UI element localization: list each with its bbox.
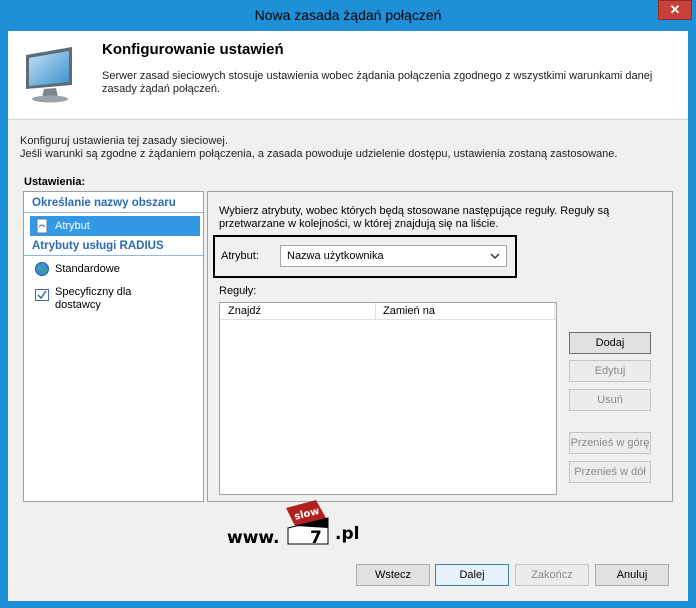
finish-button[interactable]: Zakończ <box>515 564 589 586</box>
divider <box>24 255 203 256</box>
settings-sidebar: Określanie nazwy obszaru Atrybut Atrybut… <box>23 191 204 502</box>
next-button[interactable]: Dalej <box>435 564 509 586</box>
rules-list[interactable]: Znajdź Zamień na <box>219 302 557 495</box>
sidebar-item-label: Standardowe <box>55 263 120 275</box>
sidebar-group-radius: Atrybuty usługi RADIUS <box>32 240 164 252</box>
watermark-prefix: www. <box>227 528 280 548</box>
column-header-find[interactable]: Znajdź <box>228 305 261 317</box>
attribute-description: Wybierz atrybuty, wobec których będą sto… <box>219 205 610 230</box>
edit-button[interactable]: Edytuj <box>569 360 651 382</box>
title-bar[interactable]: Nowa zasada żądań połączeń ✕ <box>0 0 696 31</box>
sidebar-item-label: Specyficzny dla <box>55 286 132 298</box>
attribute-selector-group: Atrybut: Nazwa użytkownika <box>213 235 517 278</box>
remove-button[interactable]: Usuń <box>569 389 651 411</box>
cancel-button[interactable]: Anuluj <box>595 564 669 586</box>
sidebar-item-label: Atrybut <box>55 220 90 232</box>
back-button[interactable]: Wstecz <box>356 564 430 586</box>
intro-line-2: Jeśli warunki są zgodne z żądaniem połąc… <box>20 148 618 160</box>
intro-line-1: Konfiguruj ustawienia tej zasady sieciow… <box>20 135 228 147</box>
rules-label: Reguły: <box>219 285 257 297</box>
globe-icon <box>35 262 49 276</box>
site-watermark: www. slow 7 .pl <box>227 498 367 550</box>
wizard-header: Konfigurowanie ustawień Serwer zasad sie… <box>8 31 688 120</box>
slow7-logo-icon: slow <box>286 500 329 545</box>
sidebar-group-realm: Określanie nazwy obszaru <box>32 197 176 209</box>
column-header-replace[interactable]: Zamień na <box>383 305 435 317</box>
sidebar-item-vendor-specific[interactable]: Specyficzny dla dostawcy <box>30 284 200 312</box>
page-title: Konfigurowanie ustawień <box>102 41 284 58</box>
divider <box>24 212 203 213</box>
rules-list-header: Znajdź Zamień na <box>220 303 556 320</box>
monitor-icon <box>26 47 72 103</box>
attribute-dropdown[interactable]: Nazwa użytkownika <box>280 245 507 267</box>
page-description: Serwer zasad sieciowych stosuje ustawien… <box>102 70 653 95</box>
settings-label: Ustawienia: <box>24 176 86 188</box>
sidebar-item-label: dostawcy <box>55 299 101 311</box>
checklist-icon <box>35 289 49 301</box>
close-button[interactable]: ✕ <box>658 0 692 20</box>
column-separator <box>375 303 376 320</box>
sidebar-item-standard[interactable]: Standardowe <box>30 259 200 279</box>
watermark-suffix: .pl <box>335 524 360 544</box>
attribute-dropdown-value: Nazwa użytkownika <box>287 250 384 262</box>
move-up-button[interactable]: Przenieś w górę <box>569 432 651 454</box>
move-down-button[interactable]: Przenieś w dół <box>569 461 651 483</box>
add-button[interactable]: Dodaj <box>569 332 651 354</box>
column-separator <box>554 303 555 320</box>
chevron-down-icon <box>490 253 500 259</box>
window-title: Nowa zasada żądań połączeń <box>254 7 442 23</box>
dialog-client-area: Konfigurowanie ustawień Serwer zasad sie… <box>8 31 688 601</box>
watermark-number: 7 <box>310 528 322 548</box>
attribute-label: Atrybut: <box>221 250 259 262</box>
document-icon <box>36 218 48 234</box>
sidebar-item-attribute[interactable]: Atrybut <box>30 216 200 236</box>
settings-content: Wybierz atrybuty, wobec których będą sto… <box>207 191 673 502</box>
intro-text: Konfiguruj ustawienia tej zasady sieciow… <box>20 135 680 161</box>
